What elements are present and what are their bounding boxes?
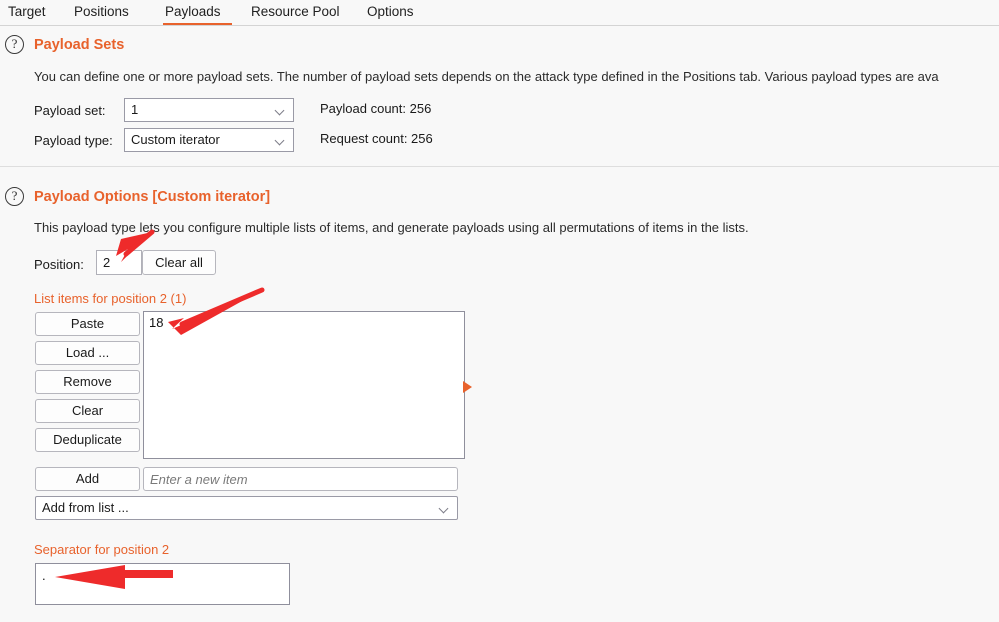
tab-positions[interactable]: Positions — [72, 0, 144, 25]
add-from-list-select[interactable]: Add from list ... — [35, 496, 458, 520]
clear-all-button[interactable]: Clear all — [142, 250, 216, 275]
add-button[interactable]: Add — [35, 467, 140, 491]
chevron-down-icon — [276, 107, 285, 112]
load-button[interactable]: Load ... — [35, 341, 140, 365]
payload-sets-title: Payload Sets — [34, 37, 125, 53]
payload-type-select[interactable]: Custom iterator — [124, 128, 294, 152]
chevron-down-icon — [276, 137, 285, 142]
paste-button[interactable]: Paste — [35, 312, 140, 336]
main-tab-bar: Target Positions Payloads Resource Pool … — [0, 0, 999, 26]
position-marker-triangle-icon — [463, 381, 472, 393]
list-item[interactable]: 18 — [144, 312, 464, 330]
question-circle-icon-payload-sets[interactable]: ? — [5, 35, 24, 54]
payload-list-box[interactable]: 18 — [143, 311, 465, 459]
add-item-input[interactable] — [143, 467, 458, 491]
tab-payloads[interactable]: Payloads — [163, 0, 232, 25]
request-count-label: Request count: 256 — [320, 131, 433, 146]
payload-options-title: Payload Options [Custom iterator] — [34, 189, 271, 205]
tab-options[interactable]: Options — [365, 0, 421, 25]
question-circle-icon-payload-options[interactable]: ? — [5, 187, 24, 206]
payload-type-value: Custom iterator — [131, 132, 220, 147]
add-from-list-label: Add from list ... — [42, 500, 129, 515]
payload-set-select[interactable]: 1 — [124, 98, 294, 122]
section-divider-top — [0, 166, 999, 167]
clear-button[interactable]: Clear — [35, 399, 140, 423]
position-label: Position: — [34, 257, 84, 272]
payload-set-value: 1 — [131, 102, 139, 117]
payload-count-label: Payload count: 256 — [320, 101, 432, 116]
separator-heading: Separator for position 2 — [34, 542, 170, 557]
separator-input[interactable] — [35, 563, 290, 605]
payload-options-description: This payload type lets you configure mul… — [34, 220, 749, 235]
tab-target[interactable]: Target — [6, 0, 54, 25]
tab-resource-pool[interactable]: Resource Pool — [249, 0, 345, 25]
list-items-heading: List items for position 2 (1) — [34, 291, 187, 306]
chevron-down-icon — [440, 505, 449, 510]
payload-type-label: Payload type: — [34, 133, 113, 148]
position-input[interactable] — [96, 250, 142, 275]
payload-set-label: Payload set: — [34, 103, 106, 118]
deduplicate-button[interactable]: Deduplicate — [35, 428, 140, 452]
payload-sets-description: You can define one or more payload sets.… — [34, 69, 939, 84]
remove-button[interactable]: Remove — [35, 370, 140, 394]
